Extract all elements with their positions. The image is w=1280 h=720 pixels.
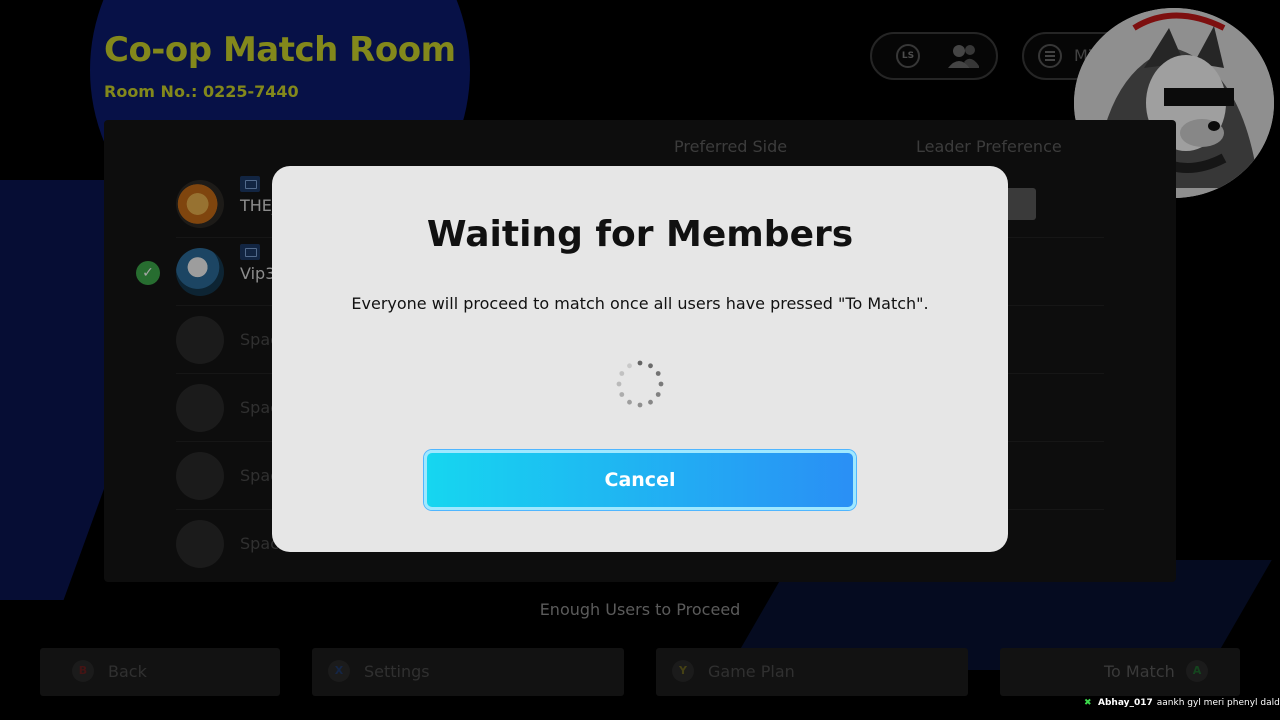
chat-text: aankh gyl meri phenyl daldu — [1156, 698, 1280, 708]
dialog-message: Everyone will proceed to match once all … — [351, 294, 929, 313]
chat-badge-icon: ✖ — [1084, 698, 1092, 708]
chat-message: ✖ Abhay_017 aankh gyl meri phenyl daldu — [1084, 698, 1280, 712]
cancel-button[interactable]: Cancel — [424, 450, 856, 510]
dialog-title: Waiting for Members — [426, 214, 854, 255]
waiting-dialog: Waiting for Members Everyone will procee… — [272, 166, 1008, 552]
chat-username: Abhay_017 — [1098, 698, 1153, 708]
loading-spinner-icon — [616, 360, 664, 408]
